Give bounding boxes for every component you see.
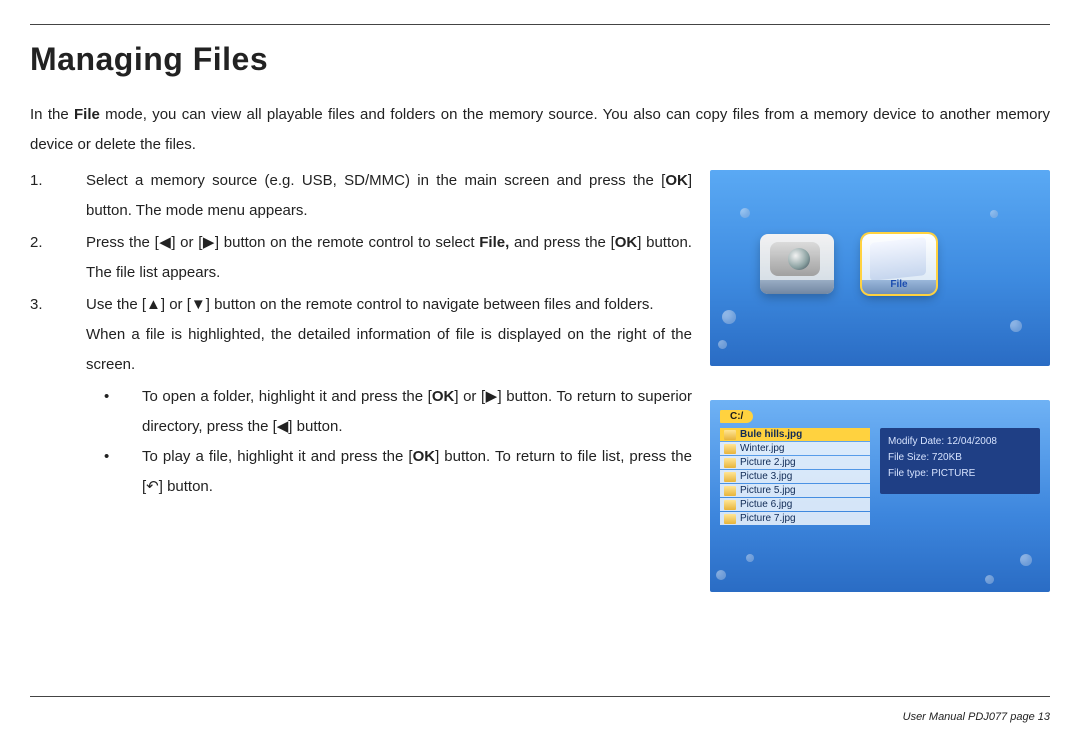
- file-name: Picture 7.jpg: [740, 513, 796, 524]
- breadcrumb-path: C:/: [720, 410, 753, 423]
- screenshot-mode-menu: File: [710, 170, 1050, 366]
- bubble-decoration: [985, 575, 994, 584]
- file-item: Bule hills.jpg: [720, 428, 870, 441]
- file-icon: [724, 514, 736, 524]
- file-name: Pictue 6.jpg: [740, 499, 792, 510]
- intro-paragraph: In the File mode, you can view all playa…: [30, 100, 1050, 160]
- info-file-type: File type: PICTURE: [888, 466, 1032, 482]
- sub-item: To open a folder, highlight it and press…: [86, 382, 692, 442]
- bubble-decoration: [746, 554, 754, 562]
- mode-card-photo: [760, 234, 834, 294]
- file-item: Pictue 6.jpg: [720, 498, 870, 511]
- bubble-decoration: [718, 340, 727, 349]
- top-rule: [30, 24, 1050, 25]
- file-icon: [724, 500, 736, 510]
- file-icon: [724, 458, 736, 468]
- bubble-decoration: [1020, 554, 1032, 566]
- folder-icon: [870, 237, 926, 281]
- card-tray: [760, 280, 834, 294]
- mode-card-file-selected: File: [862, 234, 936, 294]
- screenshot-file-list: C:/ Bule hills.jpg Winter.jpg Picture 2.jp…: [710, 400, 1050, 592]
- file-name: Winter.jpg: [740, 443, 784, 454]
- step-item: Use the [▲] or [▼] button on the remote …: [30, 290, 692, 502]
- step-item: Press the [◀] or [▶] button on the remot…: [30, 228, 692, 288]
- mode-card-file-label: File: [862, 279, 936, 290]
- file-item: Winter.jpg: [720, 442, 870, 455]
- file-name: Pictue 3.jpg: [740, 471, 792, 482]
- file-info-panel: Modify Date: 12/04/2008 File Size: 720KB…: [880, 428, 1040, 494]
- camera-lens-icon: [788, 248, 810, 270]
- bottom-rule: [30, 696, 1050, 697]
- file-name: Picture 2.jpg: [740, 457, 796, 468]
- step-extra: When a file is highlighted, the detailed…: [86, 320, 692, 380]
- bubble-decoration: [722, 310, 736, 324]
- file-item: Picture 2.jpg: [720, 456, 870, 469]
- footer-text: User Manual PDJ077 page 13: [903, 711, 1050, 723]
- bubble-decoration: [740, 208, 750, 218]
- file-item: Picture 5.jpg: [720, 484, 870, 497]
- file-list: Bule hills.jpg Winter.jpg Picture 2.jpg Pic…: [720, 428, 870, 525]
- sub-list: To open a folder, highlight it and press…: [86, 382, 692, 502]
- bubble-decoration: [990, 210, 998, 218]
- file-icon: [724, 486, 736, 496]
- info-modify-date: Modify Date: 12/04/2008: [888, 434, 1032, 450]
- bubble-decoration: [1010, 320, 1022, 332]
- file-name: Picture 5.jpg: [740, 485, 796, 496]
- sub-item: To play a file, highlight it and press t…: [86, 442, 692, 502]
- file-item: Pictue 3.jpg: [720, 470, 870, 483]
- page-title: Managing Files: [30, 41, 1050, 78]
- step-item: Select a memory source (e.g. USB, SD/MMC…: [30, 166, 692, 226]
- file-icon: [724, 444, 736, 454]
- info-file-size: File Size: 720KB: [888, 450, 1032, 466]
- steps-list: Select a memory source (e.g. USB, SD/MMC…: [30, 166, 692, 502]
- bubble-decoration: [716, 570, 726, 580]
- file-icon: [724, 472, 736, 482]
- file-item: Picture 7.jpg: [720, 512, 870, 525]
- file-icon: [724, 430, 736, 440]
- file-name: Bule hills.jpg: [740, 429, 802, 440]
